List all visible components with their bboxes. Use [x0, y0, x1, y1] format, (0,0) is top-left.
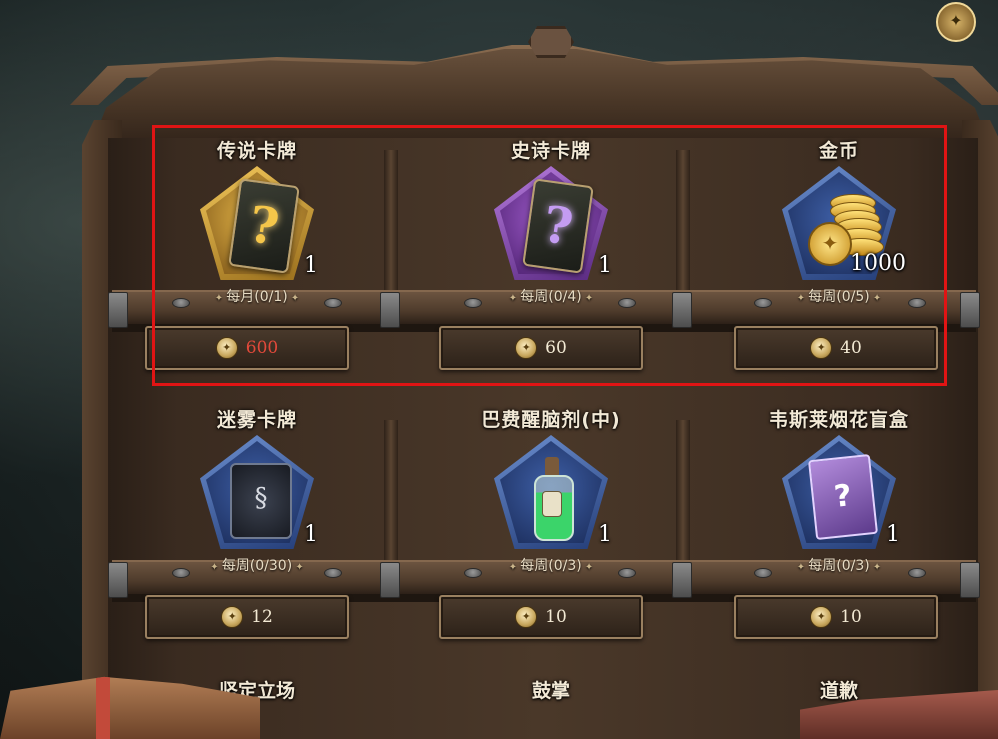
- purchase-limit: ✦ 每月(0/1) ✦: [214, 289, 300, 305]
- shelf-bracket: [380, 562, 400, 598]
- price: 60: [545, 338, 567, 358]
- item-emblem: ? 1: [494, 166, 612, 280]
- purchase-limit: ✦ 每周(0/3) ✦: [796, 558, 882, 574]
- crest-currency-icon: ✦: [221, 606, 244, 628]
- shop-slot-blind-box[interactable]: 韦斯莱烟花盲盒 ? 1 ✦ 每周(0/3) ✦ ✦ 10: [714, 405, 964, 655]
- gold-coins-icon: ✦: [800, 188, 884, 266]
- purchase-limit: ✦ 每周(0/3) ✦: [508, 558, 594, 574]
- item-title: 史诗卡牌: [510, 140, 591, 162]
- cabinet-crest: [528, 26, 574, 58]
- buy-button[interactable]: ✦ 40: [734, 326, 938, 370]
- crest-currency-icon: ✦: [215, 337, 238, 359]
- crest-currency-icon: ✦: [515, 337, 538, 359]
- shop-slot-gold-coins[interactable]: 金币 ✦ 1000 ✦ 每周(0/5) ✦ ✦ 40: [714, 136, 964, 386]
- item-emblem: § 1: [200, 435, 318, 549]
- crest-currency-icon: ✦: [515, 606, 538, 628]
- item-count: 1: [886, 522, 900, 547]
- crest-currency-icon: ✦: [810, 606, 833, 628]
- item-title: 巴费醒脑剂(中): [481, 409, 621, 431]
- shelf-bracket: [380, 292, 400, 328]
- epic-card-icon: ?: [522, 178, 594, 274]
- item-title: 韦斯莱烟花盲盒: [768, 409, 909, 431]
- purchase-limit: ✦ 每周(0/30) ✦: [210, 558, 304, 574]
- shop-slot-epic-card[interactable]: 史诗卡牌 ? 1 ✦ 每周(0/4) ✦ ✦ 60: [426, 136, 676, 386]
- blind-box-icon: ?: [807, 453, 879, 541]
- item-count: 1: [598, 253, 612, 278]
- item-count: 1: [304, 253, 318, 278]
- buy-button[interactable]: ✦ 600: [145, 326, 349, 370]
- price: 12: [251, 607, 273, 627]
- buy-button[interactable]: ✦ 12: [145, 595, 349, 639]
- item-emblem: ✦ 1000: [782, 166, 906, 280]
- shop-slot-legendary-card[interactable]: 传说卡牌 ? 1 ✦ 每月(0/1) ✦ ✦ 600: [132, 136, 382, 386]
- crest-currency-icon: ✦: [810, 337, 833, 359]
- purchase-limit: ✦ 每周(0/5) ✦: [796, 289, 882, 305]
- potion-icon: [534, 457, 574, 541]
- item-emblem: 1: [494, 435, 612, 549]
- price: 40: [840, 338, 862, 358]
- item-count: 1: [304, 522, 318, 547]
- item-title: 金币: [818, 140, 859, 162]
- buy-button[interactable]: ✦ 10: [439, 595, 643, 639]
- item-title[interactable]: 鼓掌: [426, 676, 676, 703]
- buy-button[interactable]: ✦ 10: [734, 595, 938, 639]
- item-title: 传说卡牌: [216, 140, 297, 162]
- item-count: 1000: [850, 251, 906, 276]
- price: 600: [245, 338, 279, 358]
- item-emblem: ? 1: [782, 435, 900, 549]
- price: 10: [545, 607, 567, 627]
- item-count: 1: [598, 522, 612, 547]
- shop-slot-mist-card[interactable]: 迷雾卡牌 § 1 ✦ 每周(0/30) ✦ ✦ 12: [132, 405, 382, 655]
- price: 10: [840, 607, 862, 627]
- mist-card-icon: §: [230, 463, 292, 539]
- shop-slot-potion[interactable]: 巴费醒脑剂(中) 1 ✦ 每周(0/3) ✦ ✦ 10: [426, 405, 676, 655]
- shelf-bracket: [108, 562, 128, 598]
- shelf-bracket: [108, 292, 128, 328]
- item-title: 迷雾卡牌: [216, 409, 297, 431]
- item-emblem: ? 1: [200, 166, 318, 280]
- legendary-card-icon: ?: [228, 178, 300, 274]
- buy-button[interactable]: ✦ 60: [439, 326, 643, 370]
- purchase-limit: ✦ 每周(0/4) ✦: [508, 289, 594, 305]
